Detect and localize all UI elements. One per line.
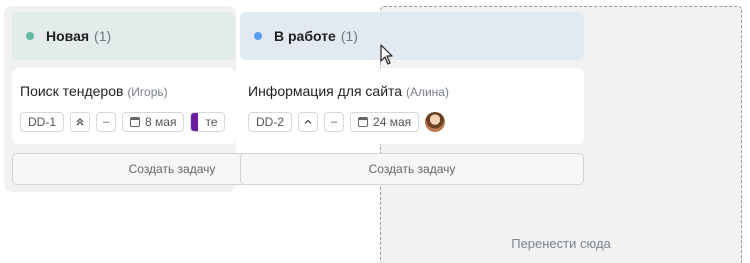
due-date-chip[interactable]: 8 мая [122, 112, 185, 132]
avatar-icon[interactable] [425, 112, 446, 132]
calendar-icon [130, 117, 141, 127]
kanban-board: Перенести сюда Новая (1) Поиск тендеров … [0, 0, 750, 263]
status-chip[interactable]: – [96, 112, 117, 132]
task-title-text: Поиск тендеров [20, 83, 124, 99]
column-count: (1) [94, 28, 112, 44]
task-id-badge[interactable]: DD-1 [20, 112, 65, 132]
tag-label: те [205, 115, 218, 129]
create-task-button[interactable]: Создать задачу [12, 153, 248, 185]
task-assignee: (Алина) [405, 85, 449, 99]
task-card[interactable]: Информация для сайта (Алина) DD-2 – 24 м… [240, 68, 584, 144]
create-task-label: Создать задачу [368, 162, 456, 176]
task-tags: DD-2 – 24 мая [248, 112, 446, 132]
mouse-cursor-icon [380, 44, 393, 65]
status-dot-icon [254, 32, 262, 40]
column-title: Новая [46, 28, 90, 44]
double-chevron-up-icon[interactable] [70, 112, 91, 132]
task-title: Информация для сайта (Алина) [248, 83, 449, 99]
status-chip[interactable]: – [324, 112, 345, 132]
create-task-button[interactable]: Создать задачу [240, 153, 584, 185]
task-card[interactable]: Поиск тендеров (Игорь) DD-1 – 8 мая те [12, 68, 236, 144]
column-header-new[interactable]: Новая (1) [12, 12, 236, 60]
due-date-chip[interactable]: 24 мая [350, 112, 420, 132]
drop-zone-label: Перенести сюда [511, 236, 611, 251]
label-tag[interactable]: те [190, 112, 225, 132]
task-title: Поиск тендеров (Игорь) [20, 83, 168, 99]
status-dot-icon [26, 32, 34, 40]
calendar-icon [358, 117, 369, 127]
due-date-text: 8 мая [145, 115, 177, 129]
due-date-text: 24 мая [373, 115, 412, 129]
task-id-badge[interactable]: DD-2 [248, 112, 293, 132]
column-title: В работе [274, 28, 336, 44]
column-count: (1) [340, 28, 358, 44]
task-assignee: (Игорь) [127, 85, 168, 99]
column-header-in-progress[interactable]: В работе (1) [240, 12, 584, 60]
task-tags: DD-1 – 8 мая те [20, 112, 225, 132]
create-task-label: Создать задачу [128, 162, 216, 176]
task-title-text: Информация для сайта [248, 83, 403, 99]
chevron-up-icon[interactable] [298, 112, 319, 132]
tag-color-stripe [191, 113, 199, 131]
